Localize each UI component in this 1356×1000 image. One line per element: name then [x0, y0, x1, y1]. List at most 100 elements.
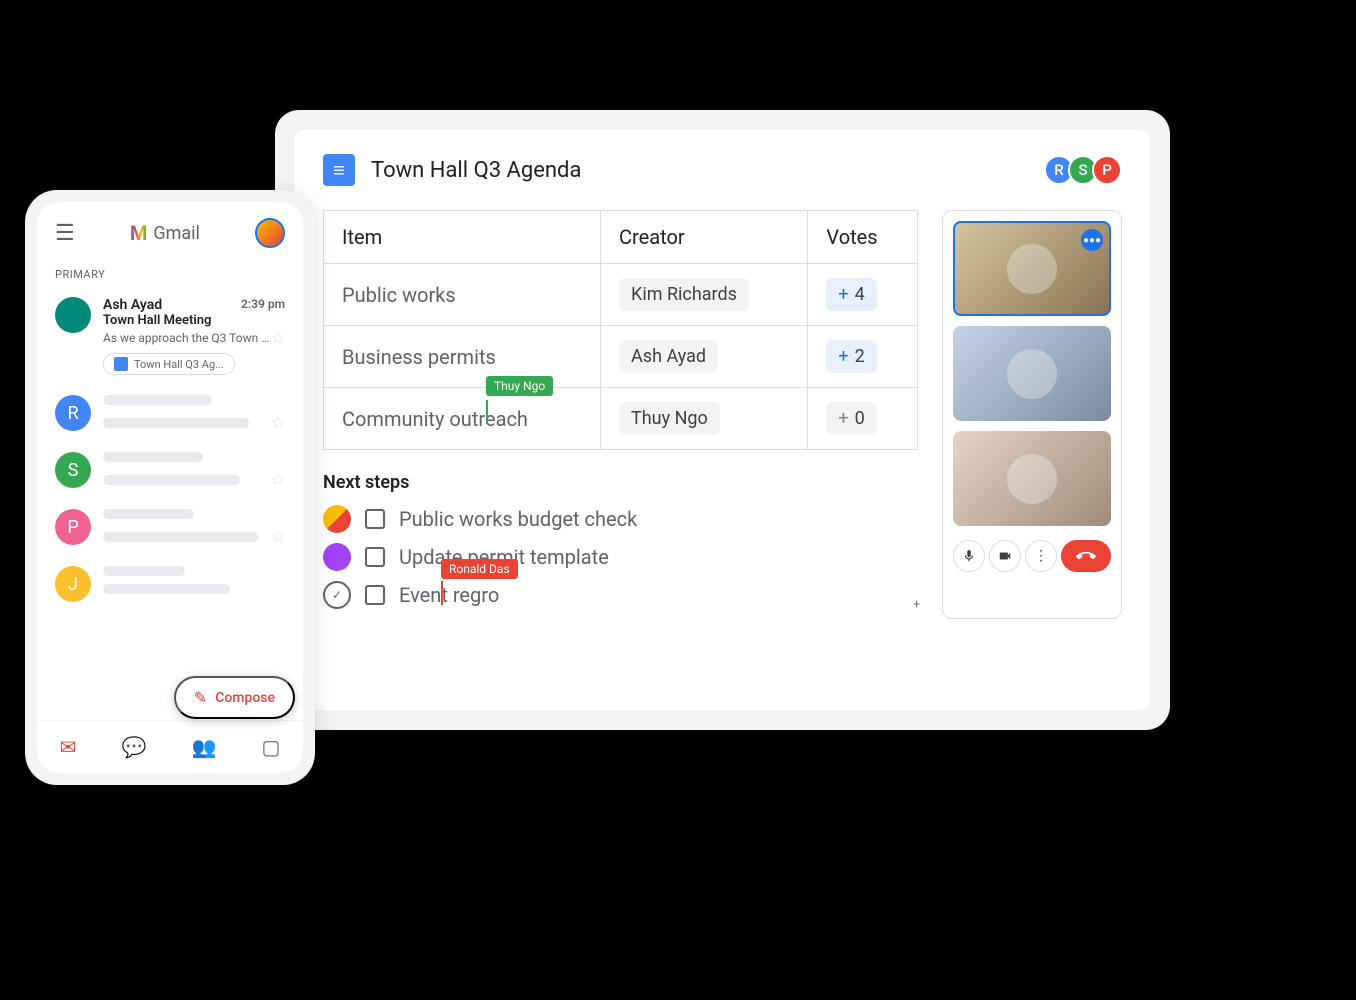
next-steps-section[interactable]: Next steps Public works budget check Upd… [323, 472, 918, 609]
chat-nav-icon[interactable]: 💬 [121, 735, 146, 759]
checkbox-icon[interactable] [365, 509, 385, 529]
assignee-avatar[interactable] [323, 543, 351, 571]
table-row[interactable]: Community outreach Thuy Ngo Thuy Ngo +0 [324, 388, 918, 450]
meet-nav-icon[interactable]: ▢ [262, 735, 281, 759]
cell-votes[interactable]: +2 [808, 326, 918, 388]
mic-button[interactable] [953, 540, 985, 572]
checkbox-icon[interactable] [365, 585, 385, 605]
step-row[interactable]: Public works budget check [323, 505, 918, 533]
pencil-icon: ✎ [194, 688, 207, 707]
hamburger-menu-icon[interactable]: ☰ [55, 221, 75, 246]
cell-creator[interactable]: Thuy Ngo [601, 388, 808, 450]
email-item-placeholder[interactable]: J [37, 556, 303, 612]
header-creator: Creator [601, 211, 808, 264]
compose-label: Compose [215, 690, 275, 706]
doc-header: ≡ Town Hall Q3 Agenda R S P [323, 154, 1122, 186]
video-tile[interactable] [953, 431, 1111, 526]
assign-task-icon[interactable] [323, 581, 351, 609]
step-text[interactable]: Public works budget check [399, 507, 637, 531]
profile-avatar[interactable] [255, 218, 285, 248]
cell-votes[interactable]: +4 [808, 264, 918, 326]
star-icon[interactable]: ☆ [271, 470, 285, 489]
hangup-button[interactable] [1061, 540, 1111, 572]
vote-button[interactable]: +0 [826, 402, 876, 435]
gmail-logo[interactable]: M Gmail [130, 221, 200, 245]
placeholder-text [103, 418, 249, 428]
placeholder-text [103, 584, 230, 594]
checkbox-icon[interactable] [365, 547, 385, 567]
person-video [1007, 454, 1057, 504]
table-row[interactable]: Business permits Ash Ayad +2 [324, 326, 918, 388]
gmail-header: ☰ M Gmail [37, 218, 303, 262]
cell-item[interactable]: Community outreach Thuy Ngo [324, 388, 601, 450]
creator-chip[interactable]: Ash Ayad [619, 340, 718, 373]
placeholder-text [103, 566, 185, 576]
doc-body[interactable]: Item Creator Votes Public works Kim Rich… [323, 210, 918, 619]
compose-button[interactable]: ✎ Compose [174, 676, 295, 719]
video-tile[interactable] [953, 326, 1111, 421]
bottom-nav: ✉ 💬 👥 ▢ [37, 720, 303, 773]
gmail-m-icon: M [130, 221, 148, 245]
phone-frame: ☰ M Gmail PRIMARY Ash Ayad 2:39 pm Town … [25, 190, 315, 785]
step-row[interactable]: Event regro Ronald Das [323, 581, 918, 609]
mail-nav-icon[interactable]: ✉ [60, 735, 77, 759]
cell-creator[interactable]: Ash Ayad [601, 326, 808, 388]
inbox-category-label[interactable]: PRIMARY [37, 262, 303, 287]
vote-button[interactable]: +4 [826, 278, 876, 311]
doc-title[interactable]: Town Hall Q3 Agenda [371, 158, 581, 183]
camera-button[interactable] [989, 540, 1021, 572]
email-subject: Town Hall Meeting [103, 313, 285, 328]
cell-item[interactable]: Public works [324, 264, 601, 326]
email-item-placeholder[interactable]: R ☆ [37, 385, 303, 442]
sender-avatar: S [55, 452, 91, 488]
header-item: Item [324, 211, 601, 264]
sender-avatar: P [55, 509, 91, 545]
email-sender: Ash Ayad [103, 297, 162, 313]
spaces-nav-icon[interactable]: 👥 [191, 735, 216, 759]
assignee-avatar-multi[interactable] [323, 505, 351, 533]
hangup-icon [1076, 546, 1096, 566]
email-time: 2:39 pm [241, 297, 285, 311]
sender-avatar: R [55, 395, 91, 431]
cursor-label-thuy: Thuy Ngo [486, 376, 553, 396]
email-item[interactable]: Ash Ayad 2:39 pm Town Hall Meeting As we… [37, 287, 303, 385]
step-row[interactable]: Update permit template [323, 543, 918, 571]
gmail-app: ☰ M Gmail PRIMARY Ash Ayad 2:39 pm Town … [37, 202, 303, 773]
table-header-row: Item Creator Votes [324, 211, 918, 264]
meet-video-panel: ●●● ⋮ [942, 210, 1122, 619]
google-docs-icon[interactable]: ≡ [323, 154, 355, 186]
more-vertical-icon: ⋮ [1034, 548, 1048, 564]
creator-chip[interactable]: Thuy Ngo [619, 402, 720, 435]
cell-item[interactable]: Business permits [324, 326, 601, 388]
person-video [1007, 244, 1057, 294]
star-icon[interactable]: ☆ [271, 527, 285, 546]
agenda-table[interactable]: Item Creator Votes Public works Kim Rich… [323, 210, 918, 450]
star-icon[interactable]: ☆ [271, 328, 285, 347]
placeholder-text [103, 452, 203, 462]
camera-icon [998, 549, 1012, 563]
placeholder-text [103, 509, 194, 519]
email-item-placeholder[interactable]: P ☆ [37, 499, 303, 556]
creator-chip[interactable]: Kim Richards [619, 278, 749, 311]
person-video [1007, 349, 1057, 399]
email-item-placeholder[interactable]: S ☆ [37, 442, 303, 499]
cell-votes[interactable]: +0 [808, 388, 918, 450]
header-votes: Votes [808, 211, 918, 264]
attachment-name: Town Hall Q3 Ag... [134, 358, 224, 371]
more-options-button[interactable]: ⋮ [1025, 540, 1057, 572]
video-tile-speaking[interactable]: ●●● [953, 221, 1111, 316]
attachment-chip[interactable]: Town Hall Q3 Ag... [103, 353, 235, 375]
cell-creator[interactable]: Kim Richards [601, 264, 808, 326]
star-icon[interactable]: ☆ [271, 413, 285, 432]
table-row[interactable]: Public works Kim Richards +4 [324, 264, 918, 326]
step-text[interactable]: Event regro Ronald Das [399, 583, 499, 607]
vote-button[interactable]: +2 [826, 340, 876, 373]
speaking-indicator-icon: ●●● [1081, 229, 1103, 251]
placeholder-text [103, 532, 258, 542]
collaborator-avatar-p[interactable]: P [1092, 155, 1122, 185]
sender-avatar [55, 297, 91, 333]
sender-avatar: J [55, 566, 91, 602]
plus-icon: + [838, 346, 848, 367]
cursor-label-ronald: Ronald Das [441, 559, 518, 579]
plus-icon: + [838, 284, 848, 305]
